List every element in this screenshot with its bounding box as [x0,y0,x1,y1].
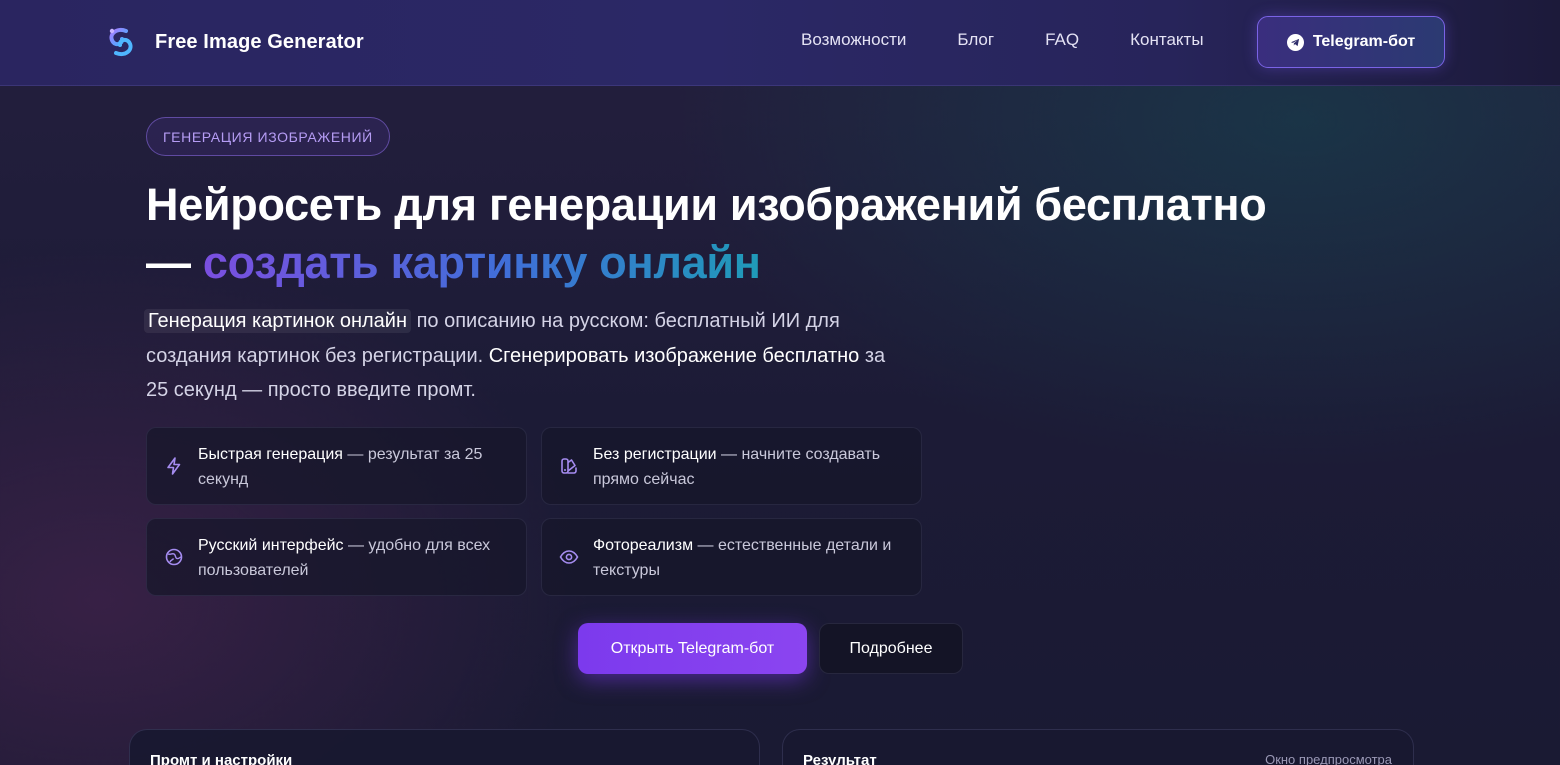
section-badge: ГЕНЕРАЦИЯ ИЗОБРАЖЕНИЙ [146,117,390,156]
brand-name: Free Image Generator [155,30,364,53]
hero-desc-highlight-2: Сгенерировать изображение бесплатно [488,344,860,367]
lightning-icon [167,457,181,475]
logo-icon [109,28,133,56]
nav-link-blog[interactable]: Блог [957,30,994,50]
palette-icon [561,458,577,474]
nav-link-features[interactable]: Возможности [801,30,906,50]
eye-icon [559,550,579,564]
feature-title: Русский интерфейс [198,537,344,554]
telegram-bot-nav-label: Telegram-бот [1312,33,1416,50]
feature-text: Быстрая генерация — результат за 25 секу… [198,442,508,492]
brand-link[interactable]: Free Image Generator [104,24,364,60]
result-panel: Результат Окно предпросмотра [782,729,1414,765]
telegram-bot-nav-button[interactable]: Telegram-бот [1257,16,1445,68]
feature-card-fast: Быстрая генерация — результат за 25 секу… [146,427,527,505]
feature-card-photorealism: Фотореализм — естественные детали и текс… [541,518,922,596]
feature-card-no-registration: Без регистрации — начните создавать прям… [541,427,922,505]
preview-window-label: Окно предпросмотра [1265,752,1392,765]
hero-title-main: Нейросеть для генерации изображений бесп… [146,179,1267,230]
feature-title: Фотореализм [593,537,694,554]
navbar: Free Image Generator Возможности Блог FA… [0,0,1560,86]
hero-title: Нейросеть для генерации изображений бесп… [146,176,1406,292]
feature-title: Без регистрации [593,446,717,463]
learn-more-button[interactable]: Подробнее [819,623,963,674]
hero-desc-highlight-1: Генерация картинок онлайн [144,309,412,333]
result-title: Результат [803,752,877,765]
telegram-icon [1286,33,1304,51]
feature-title: Быстрая генерация [198,446,343,463]
prompt-settings-title: Промт и настройки [150,752,293,765]
feature-text: Русский интерфейс — удобно для всех поль… [198,533,508,583]
prompt-settings-panel: Промт и настройки [129,729,760,765]
hero-title-dash: — [146,237,203,288]
globe-icon [165,548,183,566]
nav-link-faq[interactable]: FAQ [1045,30,1079,50]
feature-card-russian-ui: Русский интерфейс — удобно для всех поль… [146,518,527,596]
open-telegram-bot-button[interactable]: Открыть Telegram-бот [578,623,807,674]
hero-title-accent: создать картинку онлайн [202,237,761,288]
feature-text: Фотореализм — естественные детали и текс… [593,533,903,583]
nav-links: Возможности Блог FAQ Контакты [801,30,1204,50]
hero-description: Генерация картинок онлайн по описанию на… [144,304,906,408]
nav-link-contacts[interactable]: Контакты [1130,30,1203,50]
feature-text: Без регистрации — начните создавать прям… [593,442,903,492]
